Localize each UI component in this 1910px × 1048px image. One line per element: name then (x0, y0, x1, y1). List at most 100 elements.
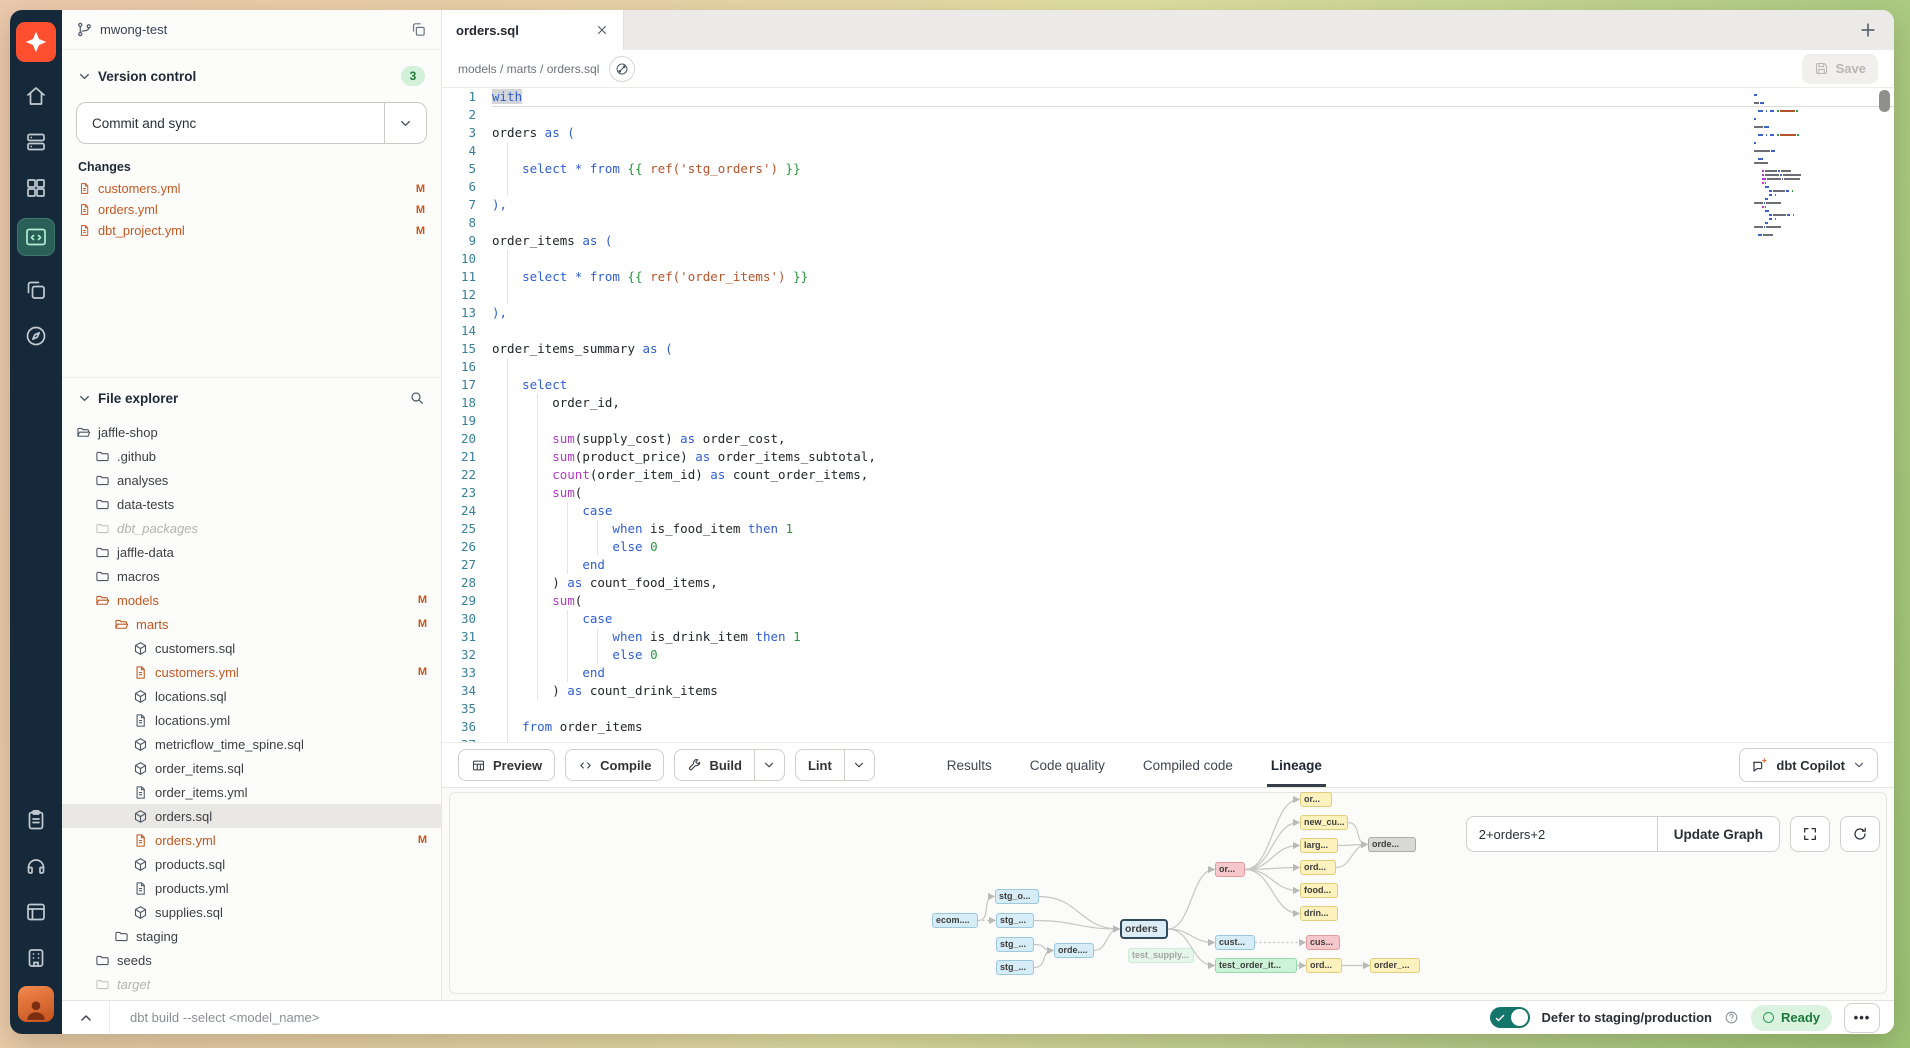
code-line[interactable]: 25 when is_food_item then 1 (442, 520, 1894, 538)
fullscreen-button[interactable] (1790, 816, 1830, 852)
tree-item-metricflow-time-spine-sql[interactable]: metricflow_time_spine.sql (62, 732, 441, 756)
change-item[interactable]: orders.ymlM (62, 199, 441, 220)
code-line[interactable]: 30 case (442, 610, 1894, 628)
code-line[interactable]: 15order_items_summary as ( (442, 340, 1894, 358)
code-line[interactable]: 22 count(order_item_id) as count_order_i… (442, 466, 1894, 484)
lineage-node-stg_c[interactable]: stg_... (996, 937, 1034, 952)
code-line[interactable]: 8 (442, 214, 1894, 232)
lineage-node-stg_b[interactable]: stg_... (996, 913, 1034, 928)
code-line[interactable]: 3orders as ( (442, 124, 1894, 142)
lint-dropdown-chevron[interactable] (844, 750, 874, 780)
tree-item-order-items-yml[interactable]: order_items.yml (62, 780, 441, 804)
tree-item-dbt-packages[interactable]: dbt_packages (62, 516, 441, 540)
help-icon[interactable] (1724, 1010, 1739, 1025)
code-line[interactable]: 29 sum( (442, 592, 1894, 610)
lineage-node-orde_g[interactable]: orde... (1368, 837, 1416, 852)
lineage-node-stg_o[interactable]: stg_o... (995, 889, 1039, 904)
code-line[interactable]: 2 (442, 106, 1894, 124)
code-line[interactable]: 23 sum( (442, 484, 1894, 502)
code-line[interactable]: 24 case (442, 502, 1894, 520)
new-tab-icon[interactable] (1858, 20, 1878, 40)
dbt-logo[interactable] (16, 22, 56, 62)
lineage-filter-input[interactable] (1466, 816, 1658, 852)
code-editor[interactable]: 1with23orders as (45 select * from {{ re… (442, 88, 1894, 742)
search-icon[interactable] (409, 390, 425, 406)
lineage-node-orde_b[interactable]: orde.... (1054, 943, 1094, 958)
code-line[interactable]: 20 sum(supply_cost) as order_cost, (442, 430, 1894, 448)
code-line[interactable]: 19 (442, 412, 1894, 430)
tree-item-supplies-sql[interactable]: supplies.sql (62, 900, 441, 924)
tree-item-orders-sql[interactable]: orders.sql (62, 804, 441, 828)
chevron-down-icon[interactable] (78, 392, 91, 405)
update-graph-button[interactable]: Update Graph (1658, 816, 1780, 852)
overflow-menu-button[interactable]: ••• (1844, 1003, 1880, 1033)
code-line[interactable]: 9order_items as ( (442, 232, 1894, 250)
code-line[interactable]: 1with (442, 88, 1894, 106)
tree-item-locations-sql[interactable]: locations.sql (62, 684, 441, 708)
tree-item-order-items-sql[interactable]: order_items.sql (62, 756, 441, 780)
tree-item-models[interactable]: modelsM (62, 588, 441, 612)
lineage-node-food[interactable]: food... (1300, 883, 1338, 898)
close-icon[interactable] (595, 23, 609, 37)
chevron-down-icon[interactable] (78, 70, 91, 83)
editor-scrollbar[interactable] (1879, 90, 1890, 724)
nav-panel-icon[interactable] (24, 900, 48, 924)
code-line[interactable]: 32 else 0 (442, 646, 1894, 664)
code-line[interactable]: 10 (442, 250, 1894, 268)
nav-docs-icon[interactable] (24, 278, 48, 302)
nav-support-icon[interactable] (24, 854, 48, 878)
lineage-node-or_p[interactable]: or... (1215, 862, 1245, 877)
nav-clipboard-icon[interactable] (24, 808, 48, 832)
code-line[interactable]: 13), (442, 304, 1894, 322)
lineage-node-order_y[interactable]: order_... (1370, 958, 1420, 973)
change-item[interactable]: customers.ymlM (62, 178, 441, 199)
tab-compiled-code[interactable]: Compiled code (1143, 743, 1233, 787)
defer-toggle[interactable] (1490, 1007, 1530, 1028)
code-line[interactable]: 14 (442, 322, 1894, 340)
tree-item-seeds[interactable]: seeds (62, 948, 441, 972)
code-line[interactable]: 5 select * from {{ ref('stg_orders') }} (442, 160, 1894, 178)
commit-and-sync-button[interactable]: Commit and sync (76, 102, 427, 144)
code-line[interactable]: 34 ) as count_drink_items (442, 682, 1894, 700)
lineage-node-ord_b2[interactable]: ord... (1306, 958, 1342, 973)
build-dropdown-chevron[interactable] (754, 750, 784, 780)
code-line[interactable]: 17 select (442, 376, 1894, 394)
code-line[interactable]: 11 select * from {{ ref('order_items') }… (442, 268, 1894, 286)
lineage-node-ecom[interactable]: ecom.... (932, 913, 978, 928)
build-button[interactable]: Build (674, 749, 785, 781)
tree-item-products-sql[interactable]: products.sql (62, 852, 441, 876)
nav-explore-icon[interactable] (24, 324, 48, 348)
view-lineage-button[interactable] (609, 56, 635, 82)
tree-item-data-tests[interactable]: data-tests (62, 492, 441, 516)
copy-icon[interactable] (410, 21, 427, 38)
lineage-node-or_y[interactable]: or... (1300, 792, 1332, 807)
lineage-node-new_cu[interactable]: new_cu... (1300, 815, 1348, 830)
tab-results[interactable]: Results (947, 743, 992, 787)
code-line[interactable]: 7), (442, 196, 1894, 214)
code-line[interactable]: 18 order_id, (442, 394, 1894, 412)
code-line[interactable]: 6 (442, 178, 1894, 196)
tree-item-customers-sql[interactable]: customers.sql (62, 636, 441, 660)
tree-item-target[interactable]: target (62, 972, 441, 996)
code-line[interactable]: 4 (442, 142, 1894, 160)
tab-code-quality[interactable]: Code quality (1030, 743, 1105, 787)
tab-orders-sql[interactable]: orders.sql (442, 10, 624, 50)
lineage-node-cus_p[interactable]: cus... (1306, 935, 1340, 950)
nav-develop-icon-active[interactable] (17, 218, 55, 256)
nav-deploy-icon[interactable] (24, 130, 48, 154)
tree-item-jaffle-shop[interactable]: jaffle-shop (62, 420, 441, 444)
code-line[interactable]: 33 end (442, 664, 1894, 682)
tree-item-staging[interactable]: staging (62, 924, 441, 948)
branch-name[interactable]: mwong-test (100, 22, 167, 37)
lineage-node-larg[interactable]: larg... (1300, 838, 1338, 853)
dbt-copilot-button[interactable]: dbt Copilot (1739, 748, 1878, 782)
code-line[interactable]: 16 (442, 358, 1894, 376)
tree-item-orders-yml[interactable]: orders.ymlM (62, 828, 441, 852)
code-line[interactable]: 31 when is_drink_item then 1 (442, 628, 1894, 646)
preview-button[interactable]: Preview (458, 749, 555, 781)
code-line[interactable]: 21 sum(product_price) as order_items_sub… (442, 448, 1894, 466)
tree-item-analyses[interactable]: analyses (62, 468, 441, 492)
code-line[interactable]: 35 (442, 700, 1894, 718)
save-button[interactable]: Save (1802, 54, 1878, 84)
nav-apps-icon[interactable] (24, 176, 48, 200)
